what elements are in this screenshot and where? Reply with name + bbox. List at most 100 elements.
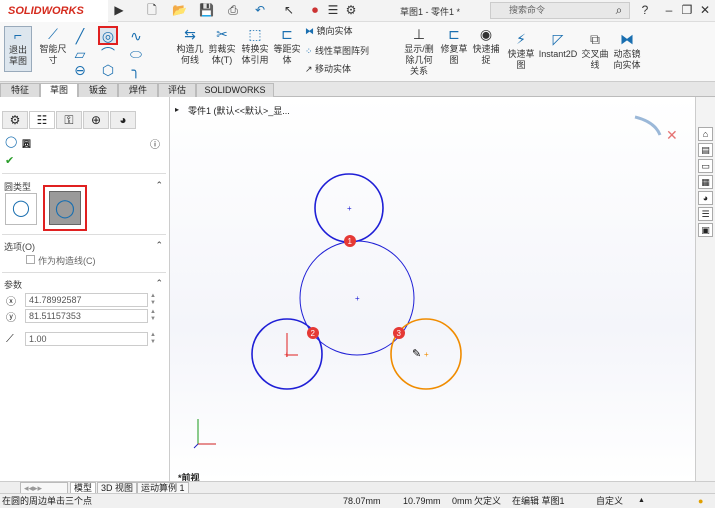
tab-mbd[interactable]: SOLIDWORKS MBD: [196, 83, 274, 108]
slot-icon[interactable]: ⊖: [72, 62, 88, 78]
center-x-input[interactable]: 41.78992587: [25, 293, 148, 307]
help-icon[interactable]: ⓘ: [150, 136, 160, 151]
center-y-icon: ⓨ: [6, 313, 16, 324]
ok-checkmark-icon[interactable]: ✔: [5, 154, 14, 167]
collapse-icon[interactable]: ⌃: [155, 278, 163, 289]
move-entities-button[interactable]: ↗ 移动实体: [305, 64, 351, 75]
file-explorer-icon[interactable]: ▭: [698, 159, 713, 173]
save-icon[interactable]: 💾: [199, 3, 214, 17]
display-relations-button[interactable]: ⊥ 显示/删除几何关系: [402, 26, 436, 77]
collapse-icon[interactable]: ⌃: [155, 240, 163, 251]
center-y-input[interactable]: 81.51157353: [25, 309, 148, 323]
rebuild-status-icon[interactable]: ●: [698, 494, 703, 508]
resources-icon[interactable]: ⌂: [698, 127, 713, 141]
status-z: 0mm: [452, 496, 472, 506]
rapid-sketch-icon: ⚡: [516, 31, 526, 47]
tab-weldments[interactable]: 焊件: [118, 83, 158, 97]
polygon-icon[interactable]: ⬡: [100, 62, 116, 78]
radius-icon: ⟋: [6, 333, 14, 345]
construction-icon: ⇆: [184, 26, 196, 42]
linear-pattern-button[interactable]: ⁘ 线性草图阵列: [305, 46, 369, 57]
spline-icon[interactable]: ∿: [128, 28, 144, 44]
open-file-icon[interactable]: 📂: [172, 3, 187, 17]
property-manager-tab[interactable]: ☷: [29, 111, 55, 129]
convert-entities-button[interactable]: ⬚ 转换实体引用: [240, 26, 270, 66]
offset-entities-button[interactable]: ⊏ 等距实体: [272, 26, 302, 66]
status-y: 10.79mm: [403, 496, 441, 506]
move-icon: ↗: [305, 64, 316, 74]
convert-icon: ⬚: [248, 26, 262, 42]
construction-geometry-button[interactable]: ⇆ 构造几何线: [175, 26, 205, 66]
circle-tool-icon[interactable]: ◎: [98, 26, 118, 45]
search-icon[interactable]: ⌕: [612, 3, 626, 17]
collapse-icon[interactable]: ⌃: [155, 180, 163, 191]
smart-dimension-button[interactable]: ⟋ 智能尺寸: [38, 26, 68, 66]
units-selector[interactable]: 自定义: [596, 494, 623, 508]
expand-arrow-icon[interactable]: ▶: [112, 3, 126, 17]
task-pane-tabs: ⌂ ▤ ▭ ▦ ◕ ☰ ▣: [695, 97, 715, 481]
rebuild-icon[interactable]: ⏺: [308, 3, 322, 17]
perimeter-circle-button[interactable]: ◯: [49, 191, 81, 225]
options-gear-icon[interactable]: ⚙: [344, 3, 358, 17]
trim-entities-button[interactable]: ✂ 剪裁实体(T): [207, 26, 237, 66]
graphics-area[interactable]: ▸ 零件1 (默认<<默认>_显... + + + + ✎ 1 2 3 ✕ *前…: [170, 97, 695, 483]
undo-icon[interactable]: ↶: [253, 3, 267, 17]
tab-features[interactable]: 特征: [0, 83, 40, 97]
minimize-button[interactable]: –: [662, 3, 676, 17]
tab-sheet-metal[interactable]: 钣金: [78, 83, 118, 97]
dimxpert-tab[interactable]: ⊕: [83, 111, 109, 129]
rapid-sketch-button[interactable]: ⚡ 快速草图: [506, 31, 536, 71]
construction-checkbox[interactable]: [26, 255, 35, 264]
close-button[interactable]: ✕: [698, 3, 712, 17]
intersection-icon: ⧉: [590, 31, 600, 47]
tab-evaluate[interactable]: 评估: [158, 83, 196, 97]
rectangle-icon[interactable]: ▱: [72, 46, 88, 62]
fillet-icon[interactable]: ╮: [128, 62, 144, 78]
custom-properties-icon[interactable]: ☰: [698, 207, 713, 221]
badge-3-label: 3: [397, 329, 402, 338]
mirror-entities-button[interactable]: ⧓ 镜向实体: [305, 26, 353, 37]
triad-axes: [193, 419, 216, 449]
instant2d-icon: ◸: [552, 31, 564, 47]
line-icon[interactable]: ╱: [72, 28, 88, 44]
new-file-icon[interactable]: 🗋: [145, 3, 159, 17]
appearance-tab[interactable]: ◕: [110, 111, 136, 129]
quick-snap-button[interactable]: ◉ 快速捕捉: [472, 26, 500, 66]
perimeter-circle-highlight: ◯: [43, 185, 87, 231]
exit-sketch-button[interactable]: ⌐ 退出草图: [4, 26, 32, 72]
restore-button[interactable]: ❐: [680, 3, 694, 17]
center-circle-button[interactable]: ◯: [5, 193, 37, 225]
arc-icon[interactable]: ⌒: [100, 46, 116, 62]
mirror-label: 镜向实体: [316, 26, 353, 36]
rapid-sketch-label: 快速草图: [507, 49, 535, 70]
help-button[interactable]: ?: [638, 3, 652, 17]
radius-spinner[interactable]: ▲ ▼: [150, 332, 158, 346]
config-manager-tab[interactable]: ⚿: [56, 111, 82, 129]
search-commands-input[interactable]: 搜索命令: [490, 2, 630, 19]
intersection-curve-button[interactable]: ⧉ 交叉曲线: [580, 31, 610, 71]
feature-tree-tab[interactable]: ⚙: [2, 111, 28, 129]
y-spinner[interactable]: ▲ ▼: [150, 309, 158, 323]
radius-input[interactable]: 1.00: [25, 332, 148, 346]
instant2d-button[interactable]: ◸ Instant2D: [538, 31, 578, 60]
repair-sketch-button[interactable]: ⊏ 修复草图: [440, 26, 468, 66]
x-spinner[interactable]: ▲ ▼: [150, 293, 158, 307]
dynamic-mirror-button[interactable]: ⧓ 动态镜向实体: [612, 31, 642, 71]
units-arrow-icon[interactable]: ▲: [638, 494, 645, 508]
design-library-icon[interactable]: ▤: [698, 143, 713, 157]
trim-icon: ✂: [216, 26, 228, 42]
exit-sketch-icon: ⌐: [13, 27, 23, 43]
appearances-icon[interactable]: ◕: [698, 191, 713, 205]
ellipse-icon[interactable]: ⬭: [128, 46, 144, 62]
file-properties-icon[interactable]: ☰: [326, 3, 340, 17]
print-icon[interactable]: ⎙: [226, 3, 240, 17]
circle-type-heading: 圆类型: [4, 182, 32, 192]
relations-label: 显示/删除几何关系: [404, 44, 434, 76]
tab-sketch[interactable]: 草图: [40, 83, 78, 97]
linear-pattern-icon: ⁘: [305, 46, 316, 56]
repair-icon: ⊏: [448, 26, 460, 42]
select-icon[interactable]: ↖: [282, 3, 296, 17]
status-bar: 在圆的周边单击三个点 78.07mm 10.79mm 0mm 欠定义 在编辑 草…: [0, 493, 715, 508]
forum-icon[interactable]: ▣: [698, 223, 713, 237]
view-palette-icon[interactable]: ▦: [698, 175, 713, 189]
